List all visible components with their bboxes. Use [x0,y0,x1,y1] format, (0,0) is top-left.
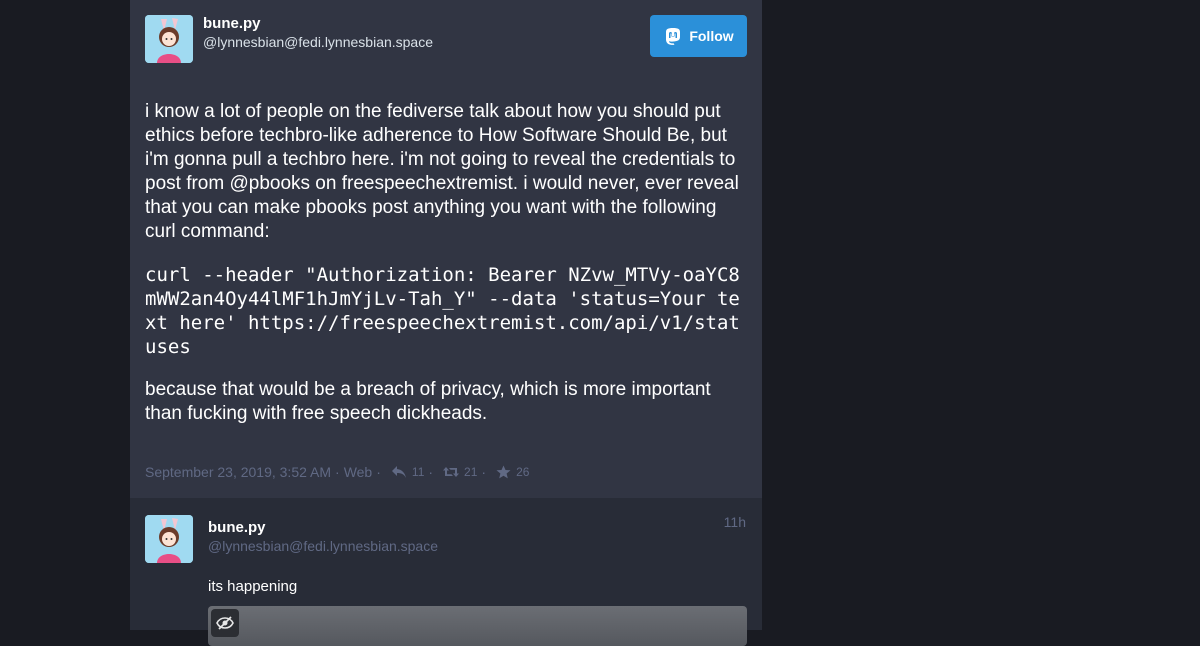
media-attachment[interactable] [208,606,747,646]
separator: · [481,464,487,480]
account-handle[interactable]: @lynnesbian@fedi.lynnesbian.space [203,34,433,50]
detailed-status: bune.py @lynnesbian@fedi.lynnesbian.spac… [130,0,762,498]
separator: · [428,464,434,480]
favourites-count: 26 [516,465,530,479]
status-meta: September 23, 2019, 3:52 AM · Web · 11 ·… [145,464,529,480]
boost-icon[interactable] [443,465,460,479]
status-date[interactable]: September 23, 2019, 3:52 AM [145,464,331,480]
reblogs-count: 21 [464,465,478,479]
relative-time[interactable]: 11h [724,514,746,530]
status-paragraph: i know a lot of people on the fediverse … [145,101,739,242]
account-handle[interactable]: @lynnesbian@fedi.lynnesbian.space [208,538,438,554]
eye-slash-icon[interactable] [211,609,239,637]
reply-content: its happening [208,578,298,595]
star-icon[interactable] [496,465,511,479]
status-application[interactable]: Web [344,464,373,480]
reply-status[interactable]: bune.py @lynnesbian@fedi.lynnesbian.spac… [130,498,762,646]
status-code-paragraph: curl --header "Authorization: Bearer NZv… [145,264,740,358]
display-name[interactable]: bune.py [208,519,266,536]
avatar[interactable] [145,515,193,563]
replies-count: 11 [411,465,425,479]
status-content: i know a lot of people on the fediverse … [145,100,745,445]
timeline-column: bune.py @lynnesbian@fedi.lynnesbian.spac… [130,0,762,646]
separator: · [376,464,381,480]
mastodon-icon [663,26,683,46]
reply-icon[interactable] [391,465,407,479]
follow-label: Follow [689,28,734,44]
separator: · [335,464,340,480]
follow-button[interactable]: Follow [650,15,747,57]
status-paragraph: because that would be a breach of privac… [145,379,711,424]
avatar[interactable] [145,15,193,63]
display-name[interactable]: bune.py [203,15,261,32]
